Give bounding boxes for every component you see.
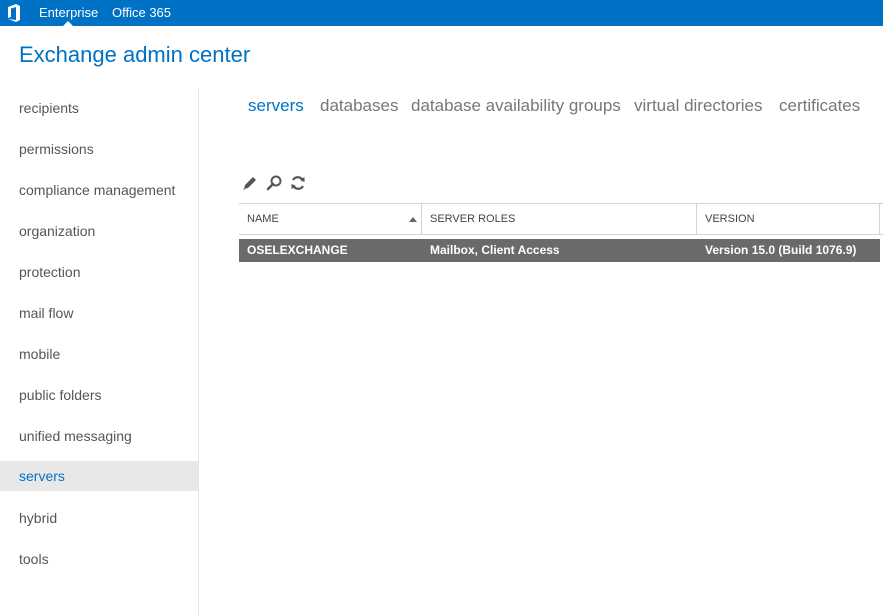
servers-table: NAME SERVER ROLES VERSION OSELEXCHANGE M… [239,203,883,262]
column-header-name[interactable]: NAME [239,204,421,235]
active-nav-caret-icon [63,21,73,26]
cell-version: Version 15.0 (Build 1076.9) [705,243,857,257]
column-header-version[interactable]: VERSION [697,204,879,235]
page-title: Exchange admin center [19,42,251,67]
nav-office365-link[interactable]: Office 365 [112,5,171,20]
refresh-icon[interactable] [289,174,307,192]
column-header-server-roles[interactable]: SERVER ROLES [422,204,697,235]
sidebar-item-tools[interactable]: tools [0,544,198,574]
sidebar-item-permissions[interactable]: permissions [0,134,198,164]
tab-databases[interactable]: databases [320,96,398,116]
sidebar-item-mobile[interactable]: mobile [0,339,198,369]
sidebar-divider [198,88,199,616]
cell-server-roles: Mailbox, Client Access [430,243,560,257]
table-header: NAME SERVER ROLES VERSION [239,203,883,235]
sidebar-item-unified-messaging[interactable]: unified messaging [0,421,198,451]
table-row[interactable]: OSELEXCHANGE Mailbox, Client Access Vers… [239,239,880,262]
sidebar-item-protection[interactable]: protection [0,257,198,287]
sidebar-item-compliance-management[interactable]: compliance management [0,175,198,205]
tab-virtual-directories[interactable]: virtual directories [634,96,763,116]
sidebar-item-public-folders[interactable]: public folders [0,380,198,410]
cell-name: OSELEXCHANGE [247,243,348,257]
sidebar-item-recipients[interactable]: recipients [0,93,198,123]
edit-icon[interactable] [241,174,259,192]
sort-ascending-icon[interactable] [409,217,417,222]
sidebar-item-servers[interactable]: servers [0,461,198,491]
tab-database-availability-groups[interactable]: database availability groups [411,96,621,116]
tab-certificates[interactable]: certificates [779,96,860,116]
top-nav-bar: Enterprise Office 365 [0,0,883,26]
search-icon[interactable] [265,174,283,192]
sidebar-item-hybrid[interactable]: hybrid [0,503,198,533]
nav-enterprise-link[interactable]: Enterprise [39,5,98,20]
column-separator[interactable] [879,204,880,235]
sidebar-item-organization[interactable]: organization [0,216,198,246]
office-logo-icon[interactable] [6,4,22,22]
tab-servers[interactable]: servers [248,96,304,116]
sidebar-item-mail-flow[interactable]: mail flow [0,298,198,328]
sidebar: recipients permissions compliance manage… [0,88,198,616]
